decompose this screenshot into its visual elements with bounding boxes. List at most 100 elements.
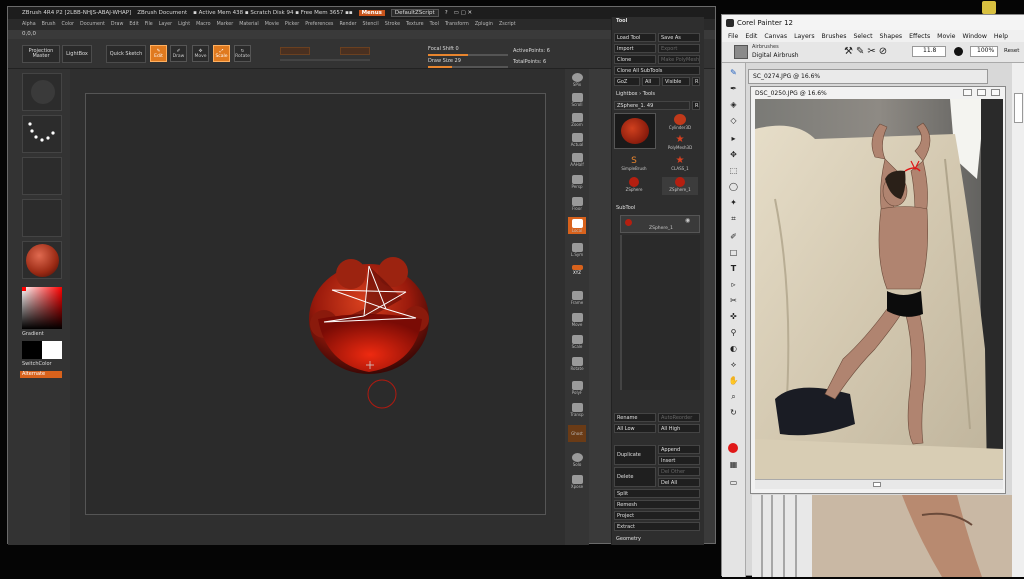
- color-picker[interactable]: [22, 287, 62, 329]
- menu-item[interactable]: Edit: [129, 22, 138, 27]
- alpha-thumbnail[interactable]: [22, 157, 62, 195]
- main-color-swatch-painter[interactable]: [728, 443, 738, 453]
- help-icon[interactable]: ?: [445, 10, 448, 16]
- extract-button[interactable]: Extract: [614, 522, 700, 531]
- focal-shift-bar[interactable]: [428, 54, 508, 56]
- menu-item[interactable]: Preferences: [305, 22, 333, 27]
- insert-button[interactable]: Insert: [658, 456, 700, 465]
- menu-item[interactable]: Light: [178, 22, 190, 27]
- load-tool-button[interactable]: Load Tool: [614, 33, 656, 42]
- stroke-thumbnail[interactable]: [22, 115, 62, 153]
- document-canvas[interactable]: [85, 93, 546, 515]
- frame-button[interactable]: Frame: [568, 289, 586, 306]
- geometry-header[interactable]: Geometry: [616, 536, 641, 542]
- zoom-button[interactable]: Zoom: [568, 111, 586, 128]
- split-button[interactable]: Split: [614, 489, 700, 498]
- menu-item[interactable]: Texture: [406, 22, 424, 27]
- goz-r-button[interactable]: R: [692, 77, 700, 86]
- menu-item[interactable]: Material: [239, 22, 259, 27]
- menu-item[interactable]: Color: [61, 22, 74, 27]
- folder-icon[interactable]: [982, 1, 996, 14]
- menu-item[interactable]: Marker: [217, 22, 234, 27]
- reset-button[interactable]: Reset: [1004, 48, 1019, 54]
- focal-shift-slider[interactable]: Focal Shift 0: [428, 46, 459, 52]
- all-button[interactable]: All: [642, 77, 660, 86]
- cloner-icon[interactable]: ✜: [727, 311, 740, 322]
- painter-menu-item[interactable]: Layers: [794, 33, 814, 40]
- menu-item[interactable]: Tool: [430, 22, 439, 27]
- layer-adjust-icon[interactable]: ✥: [727, 149, 740, 160]
- draw-size-slider[interactable]: Draw Size 29: [428, 58, 461, 64]
- export-button[interactable]: Export: [658, 44, 700, 53]
- menu-item[interactable]: Picker: [285, 22, 299, 27]
- zsphere1-tool[interactable]: ZSphere_1: [662, 177, 698, 195]
- eye-icon[interactable]: ◉: [685, 217, 690, 224]
- paint-bucket-icon[interactable]: ◈: [727, 99, 740, 110]
- secondary-color-swatch[interactable]: [42, 341, 62, 359]
- lightbox-tools-link[interactable]: Lightbox › Tools: [616, 91, 655, 97]
- subtool-item[interactable]: ZSphere_1 ◉: [620, 215, 700, 233]
- rubber-stamp-icon[interactable]: ⚲: [727, 327, 740, 338]
- paper-selector-icon[interactable]: ▦: [727, 459, 740, 470]
- scale-view-button[interactable]: Scale: [568, 333, 586, 350]
- menu-item[interactable]: Document: [80, 22, 105, 27]
- menu-item[interactable]: Movie: [265, 22, 279, 27]
- pen-tool-icon[interactable]: ✐: [727, 231, 740, 242]
- maximize-button[interactable]: [977, 89, 986, 96]
- painter-menu-item[interactable]: Shapes: [880, 33, 903, 40]
- rename-button[interactable]: Rename: [614, 413, 656, 422]
- texture-thumbnail[interactable]: [22, 199, 62, 237]
- mirror-icon[interactable]: ⟡: [727, 359, 740, 370]
- menu-item[interactable]: Layer: [159, 22, 172, 27]
- brush-thumbnail[interactable]: [22, 73, 62, 111]
- switch-color-label[interactable]: SwitchColor: [22, 361, 52, 367]
- brush-category[interactable]: Airbrushes: [752, 44, 779, 50]
- class-tool[interactable]: ★ CLASS_1: [662, 156, 698, 174]
- tool-r-button[interactable]: R: [692, 101, 700, 110]
- persp-button[interactable]: Persp: [568, 173, 586, 190]
- eraser-tool-icon[interactable]: ◇: [727, 115, 740, 126]
- scroll-thumb[interactable]: [873, 482, 881, 487]
- clone-all-subtools-button[interactable]: Clone All SubTools: [614, 66, 700, 75]
- alternate-button[interactable]: Alternate: [20, 371, 62, 378]
- draw-mode-button[interactable]: ✐ Draw: [170, 45, 187, 62]
- make-polymesh-button[interactable]: Make PolyMesh3D: [658, 55, 700, 64]
- grabber-hand-icon[interactable]: ✋: [727, 375, 740, 386]
- current-tool-thumb[interactable]: [614, 113, 656, 149]
- crop-icon[interactable]: ⌗: [727, 213, 740, 224]
- polyf-button[interactable]: PolyF: [568, 379, 586, 396]
- spix-button[interactable]: SPix: [568, 71, 586, 88]
- shape-select-icon[interactable]: ▹: [727, 279, 740, 290]
- window-buttons[interactable]: ▭ ▢ ✕: [454, 10, 473, 16]
- painter-menu-item[interactable]: File: [728, 33, 738, 40]
- menu-item[interactable]: Stroke: [385, 22, 400, 27]
- menu-item[interactable]: Brush: [42, 22, 56, 27]
- menu-item[interactable]: Zscript: [499, 22, 516, 27]
- menu-item[interactable]: Macro: [196, 22, 211, 27]
- all-low-button[interactable]: All Low: [614, 424, 656, 433]
- intensity-slider[interactable]: [280, 59, 370, 61]
- transp-button[interactable]: Transp: [568, 401, 586, 418]
- painter-menu-item[interactable]: Effects: [909, 33, 930, 40]
- move-view-button[interactable]: Move: [568, 311, 586, 328]
- reference-photo[interactable]: [755, 99, 1003, 479]
- magic-wand-icon[interactable]: ✦: [727, 197, 740, 208]
- painter-menu-item[interactable]: Canvas: [764, 33, 787, 40]
- brush-tool-icon[interactable]: ✎: [727, 67, 740, 78]
- rect-select-icon[interactable]: ⬚: [727, 165, 740, 176]
- import-button[interactable]: Import: [614, 44, 656, 53]
- zsphere-model[interactable]: [86, 94, 547, 516]
- painter-menu-item[interactable]: Select: [853, 33, 872, 40]
- horizontal-scrollbar[interactable]: [755, 479, 1003, 489]
- draw-size-bar[interactable]: [428, 66, 508, 68]
- menu-item[interactable]: Zplugin: [475, 22, 493, 27]
- painter-menu-item[interactable]: Edit: [745, 33, 757, 40]
- save-as-button[interactable]: Save As: [658, 33, 700, 42]
- cylinder3d-tool[interactable]: Cylinder3D: [662, 114, 698, 132]
- floor-button[interactable]: Floor: [568, 195, 586, 212]
- zadd-button[interactable]: [340, 47, 370, 55]
- menu-item[interactable]: Draw: [111, 22, 124, 27]
- lightbox-button[interactable]: LightBox: [62, 45, 92, 63]
- brush-size-field[interactable]: 11.8: [912, 46, 946, 57]
- polymesh3d-tool[interactable]: ★ PolyMesh3D: [662, 135, 698, 153]
